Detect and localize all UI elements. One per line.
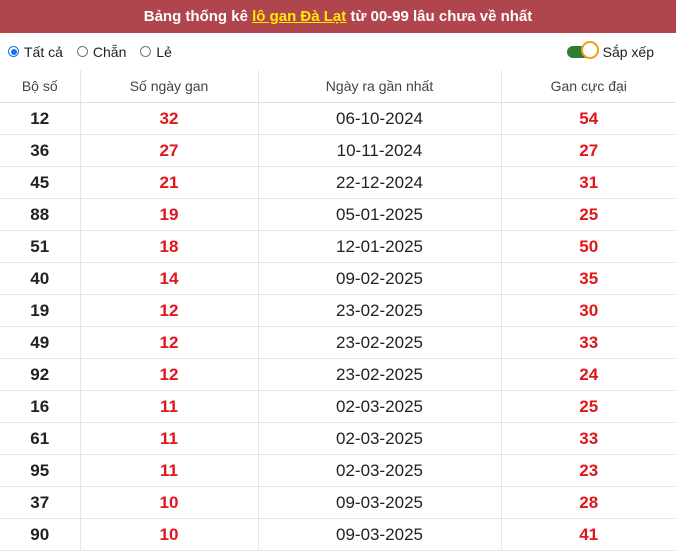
- cell-number: 19: [0, 294, 80, 327]
- radio-all-circle[interactable]: [8, 46, 19, 57]
- cell-max-gan: 25: [500, 198, 676, 231]
- cell-max-gan: 25: [500, 390, 676, 423]
- cell-number: 40: [0, 262, 80, 295]
- table-row: 88 19 05-01-2025 25: [0, 198, 676, 231]
- cell-gan-days: 12: [79, 358, 258, 391]
- cell-number: 95: [0, 454, 80, 487]
- stats-table: Bộ số Số ngày gan Ngày ra gần nhất Gan c…: [0, 70, 676, 551]
- cell-max-gan: 33: [500, 422, 676, 455]
- cell-last-date: 23-02-2025: [257, 358, 501, 391]
- table-row: 12 32 06-10-2024 54: [0, 102, 676, 135]
- table-row: 36 27 10-11-2024 27: [0, 134, 676, 167]
- table-row: 49 12 23-02-2025 33: [0, 326, 676, 359]
- cell-max-gan: 28: [500, 486, 676, 519]
- sort-label: Sắp xếp: [602, 43, 654, 60]
- cell-gan-days: 11: [79, 422, 258, 455]
- cell-last-date: 06-10-2024: [257, 102, 501, 135]
- cell-last-date: 02-03-2025: [257, 422, 501, 455]
- cell-number: 88: [0, 198, 80, 231]
- cell-max-gan: 31: [500, 166, 676, 199]
- col-header-number[interactable]: Bộ số: [0, 70, 80, 103]
- cell-last-date: 02-03-2025: [257, 390, 501, 423]
- cell-number: 36: [0, 134, 80, 167]
- cell-max-gan: 24: [500, 358, 676, 391]
- cell-max-gan: 27: [500, 134, 676, 167]
- cell-last-date: 23-02-2025: [257, 326, 501, 359]
- cell-last-date: 23-02-2025: [257, 294, 501, 327]
- radio-all[interactable]: Tất cả: [8, 44, 63, 60]
- radio-odd[interactable]: Lẻ: [140, 44, 172, 60]
- cell-gan-days: 10: [79, 486, 258, 519]
- cell-number: 16: [0, 390, 80, 423]
- cell-max-gan: 30: [500, 294, 676, 327]
- radio-odd-circle[interactable]: [140, 46, 152, 57]
- cell-last-date: 09-02-2025: [257, 262, 501, 295]
- radio-even-label: Chẵn: [92, 43, 127, 60]
- cell-number: 49: [0, 326, 80, 359]
- cell-gan-days: 21: [79, 166, 258, 199]
- table-row: 37 10 09-03-2025 28: [0, 486, 676, 519]
- cell-gan-days: 11: [79, 454, 258, 487]
- col-header-gan-days[interactable]: Số ngày gan: [79, 70, 258, 103]
- radio-even[interactable]: Chẵn: [76, 43, 127, 60]
- table-row: 61 11 02-03-2025 33: [0, 422, 676, 455]
- col-header-last-date[interactable]: Ngày ra gần nhất: [257, 70, 501, 103]
- col-header-max-gan[interactable]: Gan cực đại: [500, 70, 676, 103]
- radio-odd-label: Lẻ: [156, 43, 172, 60]
- cell-gan-days: 27: [79, 134, 258, 167]
- stats-title: Bảng thống kê lô gan Đà Lạt từ 00-99 lâu…: [0, 0, 676, 33]
- title-prefix: Bảng thống kê: [143, 8, 248, 25]
- cell-max-gan: 23: [500, 454, 676, 487]
- table-row: 16 11 02-03-2025 25: [0, 390, 676, 423]
- cell-last-date: 22-12-2024: [257, 166, 501, 199]
- cell-last-date: 10-11-2024: [257, 134, 501, 167]
- cell-last-date: 09-03-2025: [257, 518, 501, 551]
- table-row: 19 12 23-02-2025 30: [0, 294, 676, 327]
- cell-max-gan: 50: [500, 230, 676, 263]
- radio-all-label: Tất cả: [24, 43, 63, 60]
- cell-number: 92: [0, 358, 80, 391]
- radio-even-circle[interactable]: [76, 46, 88, 57]
- cell-number: 61: [0, 422, 80, 455]
- cell-last-date: 12-01-2025: [257, 230, 501, 263]
- title-link[interactable]: lô gan Đà Lạt: [252, 8, 346, 25]
- stats-widget: Bảng thống kê lô gan Đà Lạt từ 00-99 lâu…: [0, 0, 676, 551]
- cell-max-gan: 41: [500, 518, 676, 551]
- table-row: 51 18 12-01-2025 50: [0, 230, 676, 263]
- cell-max-gan: 54: [500, 102, 676, 135]
- toggle-switch-icon[interactable]: [566, 40, 599, 59]
- cell-last-date: 05-01-2025: [257, 198, 501, 231]
- cell-number: 90: [0, 518, 80, 551]
- toggle-knob[interactable]: [580, 40, 599, 59]
- cell-max-gan: 35: [500, 262, 676, 295]
- table-header-row: Bộ số Số ngày gan Ngày ra gần nhất Gan c…: [0, 70, 676, 103]
- title-suffix: từ 00-99 lâu chưa về nhất: [350, 8, 533, 25]
- cell-gan-days: 12: [79, 294, 258, 327]
- table-body: 12 32 06-10-2024 54 36 27 10-11-2024 27 45 21 22-1…: [0, 102, 676, 551]
- cell-gan-days: 14: [79, 262, 258, 295]
- table-row: 40 14 09-02-2025 35: [0, 262, 676, 295]
- cell-gan-days: 18: [79, 230, 258, 263]
- cell-last-date: 02-03-2025: [257, 454, 501, 487]
- cell-number: 45: [0, 166, 80, 199]
- cell-gan-days: 12: [79, 326, 258, 359]
- cell-gan-days: 11: [79, 390, 258, 423]
- filter-bar: Tất cả Chẵn Lẻ Sắp xếp: [0, 33, 676, 70]
- cell-max-gan: 33: [500, 326, 676, 359]
- table-row: 45 21 22-12-2024 31: [0, 166, 676, 199]
- cell-number: 37: [0, 486, 80, 519]
- table-row: 92 12 23-02-2025 24: [0, 358, 676, 391]
- cell-number: 51: [0, 230, 80, 263]
- table-row: 90 10 09-03-2025 41: [0, 518, 676, 551]
- cell-gan-days: 32: [79, 102, 258, 135]
- cell-gan-days: 10: [79, 518, 258, 551]
- sort-toggle[interactable]: Sắp xếp: [566, 40, 654, 60]
- cell-last-date: 09-03-2025: [257, 486, 501, 519]
- table-row: 95 11 02-03-2025 23: [0, 454, 676, 487]
- cell-gan-days: 19: [79, 198, 258, 231]
- cell-number: 12: [0, 102, 80, 135]
